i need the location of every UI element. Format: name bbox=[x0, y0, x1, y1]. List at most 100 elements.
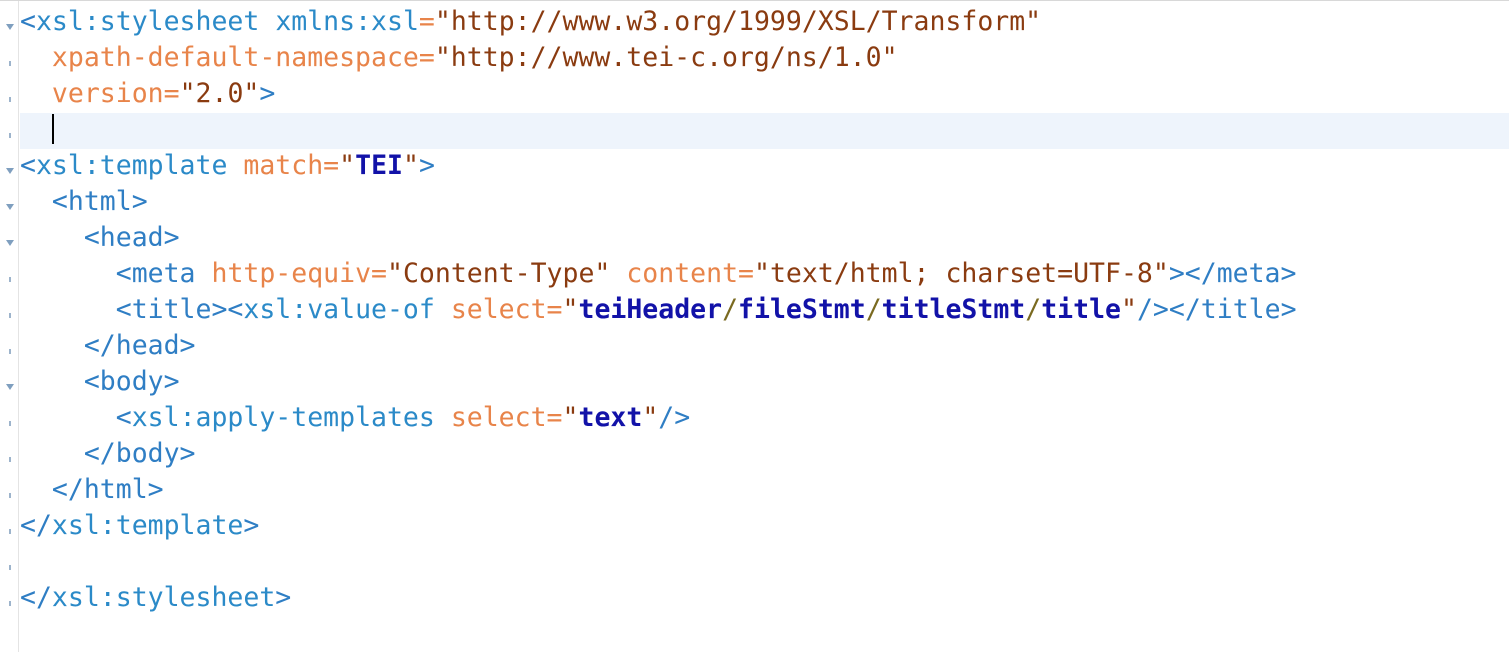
line-marker-icon bbox=[8, 61, 11, 66]
code-line[interactable]: <body> bbox=[0, 364, 1509, 400]
code-editor[interactable]: <xsl:stylesheet xmlns:xsl="http://www.w3… bbox=[0, 0, 1509, 652]
code-token: / bbox=[722, 294, 739, 325]
line-marker-icon bbox=[8, 601, 11, 606]
code-text[interactable]: </html> bbox=[20, 472, 164, 508]
line-marker-icon bbox=[8, 493, 11, 498]
line-marker-icon bbox=[8, 565, 11, 570]
code-lines[interactable]: <xsl:stylesheet xmlns:xsl="http://www.w3… bbox=[0, 4, 1509, 616]
code-line[interactable]: <title><xsl:value-of select="teiHeader/f… bbox=[0, 292, 1509, 328]
code-token: fileStmt bbox=[738, 294, 866, 325]
code-line[interactable]: <html> bbox=[0, 184, 1509, 220]
code-text[interactable]: </body> bbox=[20, 436, 196, 472]
line-marker-icon bbox=[0, 580, 19, 616]
code-text[interactable]: </xsl:template> bbox=[20, 508, 259, 544]
code-text[interactable]: xpath-default-namespace="http://www.tei-… bbox=[20, 40, 898, 76]
code-text[interactable]: version="2.0"> bbox=[20, 76, 275, 112]
code-token: </ bbox=[20, 582, 52, 613]
code-token: " bbox=[402, 150, 419, 181]
code-token: < bbox=[20, 6, 36, 37]
code-token: > bbox=[243, 510, 260, 541]
code-token: select bbox=[450, 402, 547, 433]
code-token: / bbox=[1025, 294, 1042, 325]
code-token: = bbox=[546, 294, 563, 325]
code-text[interactable]: <html> bbox=[20, 184, 148, 220]
code-token: </title> bbox=[1168, 294, 1297, 325]
line-marker-icon bbox=[0, 76, 19, 112]
code-token: http-equiv bbox=[211, 258, 372, 289]
code-line[interactable]: <xsl:apply-templates select="text"/> bbox=[0, 400, 1509, 436]
code-token: titleStmt bbox=[881, 294, 1026, 325]
fold-toggle-icon[interactable] bbox=[0, 220, 19, 256]
line-marker-icon bbox=[8, 277, 11, 282]
code-text[interactable]: </xsl:stylesheet> bbox=[20, 580, 291, 616]
code-text[interactable]: <meta http-equiv="Content-Type" content=… bbox=[20, 256, 1297, 292]
code-text[interactable] bbox=[20, 112, 54, 148]
line-marker-icon bbox=[0, 508, 19, 544]
code-token: > bbox=[259, 78, 276, 109]
line-marker-icon bbox=[8, 133, 11, 138]
fold-toggle-icon[interactable] bbox=[0, 4, 19, 40]
line-marker-icon bbox=[8, 313, 11, 318]
code-text[interactable]: <xsl:apply-templates select="text"/> bbox=[20, 400, 690, 436]
code-token: " bbox=[562, 294, 579, 325]
code-line[interactable] bbox=[0, 112, 1509, 148]
code-token: "2.0" bbox=[179, 78, 260, 109]
code-token: "text/html; charset=UTF-8" bbox=[754, 258, 1169, 289]
code-token: = bbox=[323, 150, 340, 181]
line-marker-icon bbox=[0, 436, 19, 472]
fold-toggle-icon bbox=[5, 24, 14, 30]
code-token: <title> bbox=[115, 294, 228, 325]
code-token: select bbox=[450, 294, 547, 325]
code-token: "http://www.tei-c.org/ns/1.0" bbox=[434, 42, 898, 73]
fold-toggle-icon[interactable] bbox=[0, 364, 19, 400]
code-line[interactable]: <xsl:template match="TEI"> bbox=[0, 148, 1509, 184]
code-text[interactable]: <head> bbox=[20, 220, 180, 256]
code-token: " bbox=[1121, 294, 1137, 325]
code-line[interactable]: </body> bbox=[0, 436, 1509, 472]
fold-toggle-icon[interactable] bbox=[0, 148, 19, 184]
code-line[interactable]: </html> bbox=[0, 472, 1509, 508]
code-token: </ bbox=[20, 510, 52, 541]
code-token: text bbox=[578, 402, 643, 433]
code-line[interactable]: <xsl:stylesheet xmlns:xsl="http://www.w3… bbox=[0, 4, 1509, 40]
fold-toggle-icon[interactable] bbox=[0, 184, 19, 220]
code-token: xsl:template bbox=[51, 510, 244, 541]
code-line[interactable]: <head> bbox=[0, 220, 1509, 256]
code-token: xsl:apply-templates bbox=[131, 402, 435, 433]
code-token: " bbox=[339, 150, 356, 181]
code-text[interactable]: <body> bbox=[20, 364, 180, 400]
code-line[interactable] bbox=[0, 544, 1509, 580]
code-token: = bbox=[418, 42, 435, 73]
code-token: teiHeader bbox=[578, 294, 723, 325]
code-text[interactable]: </head> bbox=[20, 328, 196, 364]
code-token: <body> bbox=[83, 366, 180, 397]
code-text[interactable]: <xsl:template match="TEI"> bbox=[20, 148, 435, 184]
line-marker-icon bbox=[8, 529, 11, 534]
code-line[interactable]: <meta http-equiv="Content-Type" content=… bbox=[0, 256, 1509, 292]
code-token: </body> bbox=[83, 438, 196, 469]
text-caret bbox=[51, 113, 54, 144]
fold-toggle-icon bbox=[5, 204, 14, 210]
code-line[interactable]: </xsl:template> bbox=[0, 508, 1509, 544]
code-text[interactable]: <title><xsl:value-of select="teiHeader/f… bbox=[20, 292, 1297, 328]
code-text[interactable]: <xsl:stylesheet xmlns:xsl="http://www.w3… bbox=[20, 4, 1041, 40]
line-marker-icon bbox=[0, 544, 19, 580]
fold-toggle-icon bbox=[5, 384, 14, 390]
line-marker-icon bbox=[8, 457, 11, 462]
code-line[interactable]: </xsl:stylesheet> bbox=[0, 580, 1509, 616]
code-token: <head> bbox=[83, 222, 180, 253]
line-marker-icon bbox=[8, 421, 11, 426]
code-token: xpath-default-namespace bbox=[51, 42, 419, 73]
code-line[interactable]: version="2.0"> bbox=[0, 76, 1509, 112]
code-token: = bbox=[371, 258, 387, 289]
code-line[interactable]: </head> bbox=[0, 328, 1509, 364]
line-marker-icon bbox=[0, 328, 19, 364]
code-line[interactable]: xpath-default-namespace="http://www.tei-… bbox=[0, 40, 1509, 76]
code-token: xmlns:xsl bbox=[275, 6, 419, 37]
code-token: " bbox=[642, 402, 659, 433]
